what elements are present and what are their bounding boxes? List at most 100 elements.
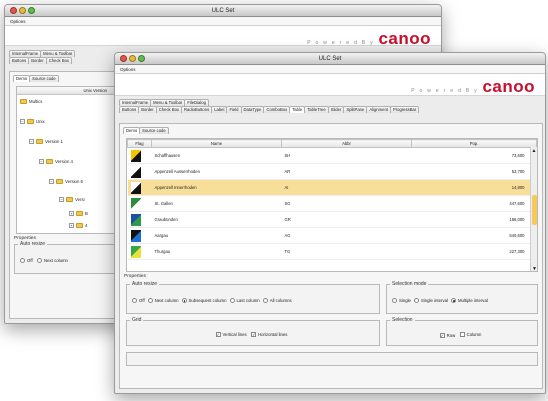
tab-table[interactable]: Table [289, 106, 306, 113]
subtab-demo[interactable]: Demo [123, 127, 141, 134]
radio-icon[interactable] [37, 258, 43, 263]
radio-icon[interactable] [147, 298, 153, 303]
scroll-down-arrow-icon[interactable]: ▼ [531, 265, 537, 271]
tab-field[interactable]: Field [226, 106, 242, 113]
collapse-icon[interactable]: − [29, 139, 34, 144]
checkbox-icon[interactable]: ✓ [439, 333, 445, 338]
expand-icon[interactable]: + [69, 211, 74, 216]
back-menu-options[interactable]: Options [10, 19, 26, 24]
back-tab-internalframe[interactable]: InternalFrame [9, 50, 42, 57]
tree-node-multics[interactable]: Multics [20, 99, 42, 104]
selection-mode-radio-multiple-interval[interactable]: Multiple interval [450, 298, 488, 303]
back-tab-check-box[interactable]: Check Box [45, 57, 73, 64]
auto-resize-radio-subsequent-column[interactable]: Subsequent column [181, 298, 227, 303]
tab-internalframe[interactable]: InternalFrame [119, 99, 152, 106]
radio-icon[interactable] [450, 298, 456, 303]
auto-resize-radio-next-column[interactable]: Next column [147, 298, 179, 303]
auto-resize-radio-all-columns[interactable]: All columns [262, 298, 292, 303]
tab-datatype[interactable]: DataType [240, 106, 265, 113]
tab-radiobuttons[interactable]: RadioButtons [181, 106, 213, 113]
radio-icon[interactable] [132, 298, 137, 303]
table-vertical-scrollbar[interactable]: ▲ ▼ [530, 147, 537, 271]
front-menu-options[interactable]: Options [120, 67, 136, 72]
column-checkbox[interactable]: Column [459, 332, 481, 337]
collapse-icon[interactable]: − [59, 197, 64, 202]
zoom-window-icon[interactable] [28, 7, 35, 14]
tree-node-unix[interactable]: − Unix [20, 119, 45, 124]
tree-node-4[interactable]: +4 [69, 223, 87, 228]
column-header-abbr[interactable]: Abbr [281, 139, 412, 148]
tab-border[interactable]: Border [138, 106, 157, 113]
close-window-icon[interactable] [120, 55, 127, 62]
tab-menu-toolbar[interactable]: Menu & Toolbar [150, 99, 186, 106]
tree-node-version-6[interactable]: − Version 6 [49, 179, 83, 184]
back-title-bar[interactable]: ULC Set [5, 5, 441, 17]
table-row[interactable]: Appenzell Ausserrhoden AR 53,700 [127, 163, 537, 180]
scrollbar-thumb[interactable] [532, 195, 537, 225]
collapse-icon[interactable]: − [20, 119, 25, 124]
row-checkbox[interactable]: ✓ Row [439, 333, 455, 338]
radio-icon[interactable] [262, 298, 268, 303]
back-subtab-source[interactable]: Source code [29, 75, 59, 82]
tree-node-version-partial[interactable]: − Versi [59, 197, 85, 202]
column-header-pop[interactable]: Pop. [411, 139, 537, 148]
table-row[interactable]: St. Gallen SG 447,600 [127, 195, 537, 212]
radio-icon[interactable] [392, 298, 397, 303]
tab-progressbar[interactable]: ProgressBar [389, 106, 420, 113]
radio-icon[interactable] [20, 258, 25, 263]
tab-slider[interactable]: Slider [327, 106, 345, 113]
subtab-source-code[interactable]: Source code [139, 127, 169, 134]
tab-alignment[interactable]: Alignment [366, 106, 391, 113]
back-tab-border[interactable]: Border [28, 57, 47, 64]
checkbox-icon[interactable]: ✓ [215, 332, 221, 337]
back-subtab-demo[interactable]: Demo [13, 75, 31, 82]
table-row[interactable]: Schaffhausen SH 73,600 [127, 147, 537, 164]
auto-resize-radio-off[interactable]: Off [132, 298, 145, 303]
tab-filedialog[interactable]: FileDialog [184, 99, 209, 106]
collapse-icon[interactable]: − [39, 159, 44, 164]
selection-mode-radio-single[interactable]: Single [392, 298, 411, 303]
tab-check-box[interactable]: Check Box [155, 106, 183, 113]
expand-icon[interactable]: + [69, 223, 74, 228]
tree-node-version-1[interactable]: − Version 1 [29, 139, 63, 144]
back-radio-next-column[interactable]: Next column [37, 258, 68, 263]
close-window-icon[interactable] [10, 7, 17, 14]
zoom-window-icon[interactable] [138, 55, 145, 62]
table-row[interactable]: Aargau AG 540,600 [127, 227, 537, 244]
table-row[interactable]: Appenzell Innerrhoden AI 14,800 [127, 179, 537, 196]
tab-combobox[interactable]: ComboBox [263, 106, 291, 113]
back-tab-buttons[interactable]: Buttons [9, 57, 30, 64]
front-title-bar[interactable]: ULC Set [115, 53, 545, 65]
collapse-icon[interactable]: − [49, 179, 54, 184]
flag-cell [127, 211, 152, 228]
horizontal-lines-checkbox[interactable]: ✓ Horizontal lines [251, 332, 287, 337]
checkbox-icon[interactable] [459, 332, 465, 337]
tab-buttons[interactable]: Buttons [119, 106, 140, 113]
column-header-flag[interactable]: Flag [127, 139, 152, 148]
scroll-up-arrow-icon[interactable]: ▲ [531, 147, 537, 155]
table-row[interactable]: Thurgau TG 227,300 [127, 243, 537, 260]
back-radio-off[interactable]: Off [20, 258, 33, 263]
auto-resize-options: Off Next column Subsequent column Last colu… [132, 298, 295, 303]
tree-node-b[interactable]: + B [69, 211, 88, 216]
tab-tabletree[interactable]: TableTree [304, 106, 329, 113]
table-row[interactable]: Graubünden GR 186,000 [127, 211, 537, 228]
radio-icon[interactable] [413, 298, 419, 303]
radio-icon[interactable] [181, 298, 187, 303]
selection-mode-radio-single-interval[interactable]: Single interval [413, 298, 448, 303]
radio-icon[interactable] [229, 298, 235, 303]
canton-table[interactable]: Flag Name Abbr Pop. Schaffhausen SH 73,600… [127, 139, 537, 260]
back-tab-menu-toolbar[interactable]: Menu & Toolbar [40, 50, 76, 57]
minimize-window-icon[interactable] [129, 55, 136, 62]
tree-node-version-4[interactable]: − Version 4 [39, 159, 73, 164]
tab-label[interactable]: Label [211, 106, 228, 113]
front-subtabs: Demo Source code [120, 124, 542, 134]
back-tree-header[interactable]: Unix Version [17, 87, 115, 95]
folder-icon [76, 211, 83, 216]
auto-resize-radio-last-column[interactable]: Last column [229, 298, 260, 303]
vertical-lines-checkbox[interactable]: ✓ Vertical lines [215, 332, 247, 337]
checkbox-icon[interactable]: ✓ [251, 332, 257, 337]
tab-splitpane[interactable]: SplitPane [343, 106, 368, 113]
minimize-window-icon[interactable] [19, 7, 26, 14]
column-header-name[interactable]: Name [151, 139, 282, 148]
